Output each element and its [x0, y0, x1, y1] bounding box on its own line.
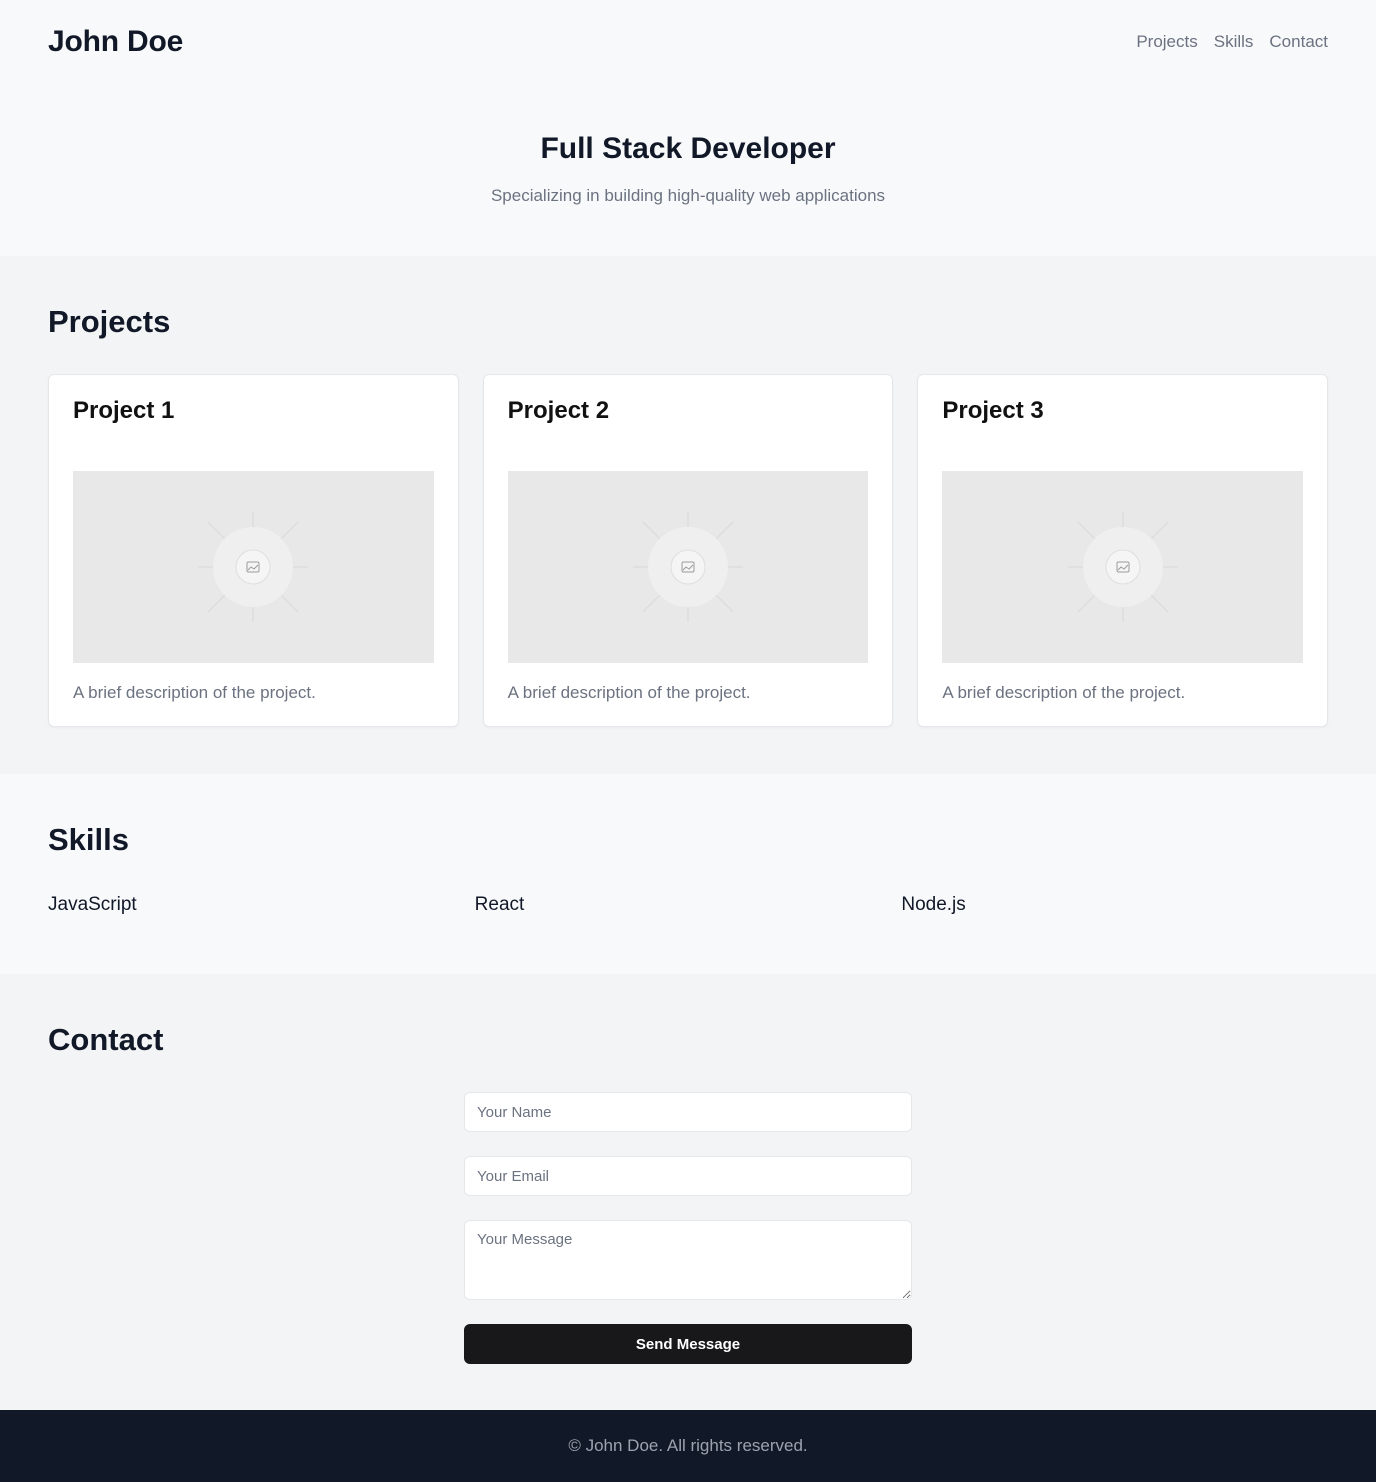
project-image-placeholder	[73, 471, 434, 663]
project-cards: Project 1 A brief description of the pro…	[48, 374, 1329, 727]
hero-title: Full Stack Developer	[540, 132, 836, 165]
project-title: Project 3	[942, 397, 1044, 424]
skills-list: JavaScript React Node.js	[48, 894, 1328, 916]
main-nav: Projects Skills Contact	[1136, 32, 1328, 52]
site-brand[interactable]: John Doe	[48, 25, 183, 59]
project-card[interactable]: Project 3 A brief description of the pro…	[917, 374, 1329, 727]
project-description: A brief description of the project.	[942, 683, 1186, 702]
hero-subtitle: Specializing in building high-quality we…	[490, 186, 886, 205]
project-description: A brief description of the project.	[73, 683, 316, 702]
skill-item: Node.js	[901, 894, 966, 915]
footer-copyright: © John Doe. All rights reserved.	[568, 1436, 808, 1455]
nav-link-skills[interactable]: Skills	[1214, 32, 1254, 52]
project-image-placeholder	[507, 471, 869, 663]
project-description: A brief description of the project.	[507, 683, 751, 702]
hero-section: Full Stack Developer Specializing in bui…	[0, 84, 1376, 256]
projects-title: Projects	[48, 304, 171, 339]
site-footer: © John Doe. All rights reserved.	[0, 1410, 1376, 1482]
skill-item: React	[474, 894, 525, 915]
skills-title: Skills	[48, 822, 129, 857]
nav-link-contact[interactable]: Contact	[1269, 32, 1328, 52]
contact-section: Contact Send Message	[0, 974, 1376, 1410]
project-title: Project 1	[73, 397, 175, 424]
email-input[interactable]	[464, 1156, 912, 1196]
send-message-button[interactable]: Send Message	[464, 1324, 912, 1364]
skills-section: Skills JavaScript React Node.js	[0, 774, 1376, 974]
image-placeholder-icon	[633, 512, 743, 622]
project-card[interactable]: Project 1 A brief description of the pro…	[48, 374, 459, 727]
project-card[interactable]: Project 2 A brief description of the pro…	[482, 374, 894, 727]
project-title: Project 2	[507, 397, 610, 424]
image-placeholder-icon	[1067, 512, 1178, 622]
image-placeholder-icon	[198, 512, 309, 622]
project-image-placeholder	[942, 471, 1304, 663]
message-textarea[interactable]	[464, 1220, 912, 1300]
name-input[interactable]	[464, 1092, 912, 1132]
skill-item: JavaScript	[48, 894, 137, 915]
contact-title: Contact	[48, 1022, 164, 1057]
site-header: John Doe Projects Skills Contact	[0, 0, 1376, 84]
contact-form: Send Message	[464, 1092, 912, 1364]
nav-link-projects[interactable]: Projects	[1136, 32, 1197, 52]
projects-section: Projects Project 1 A brief description o…	[0, 256, 1376, 774]
